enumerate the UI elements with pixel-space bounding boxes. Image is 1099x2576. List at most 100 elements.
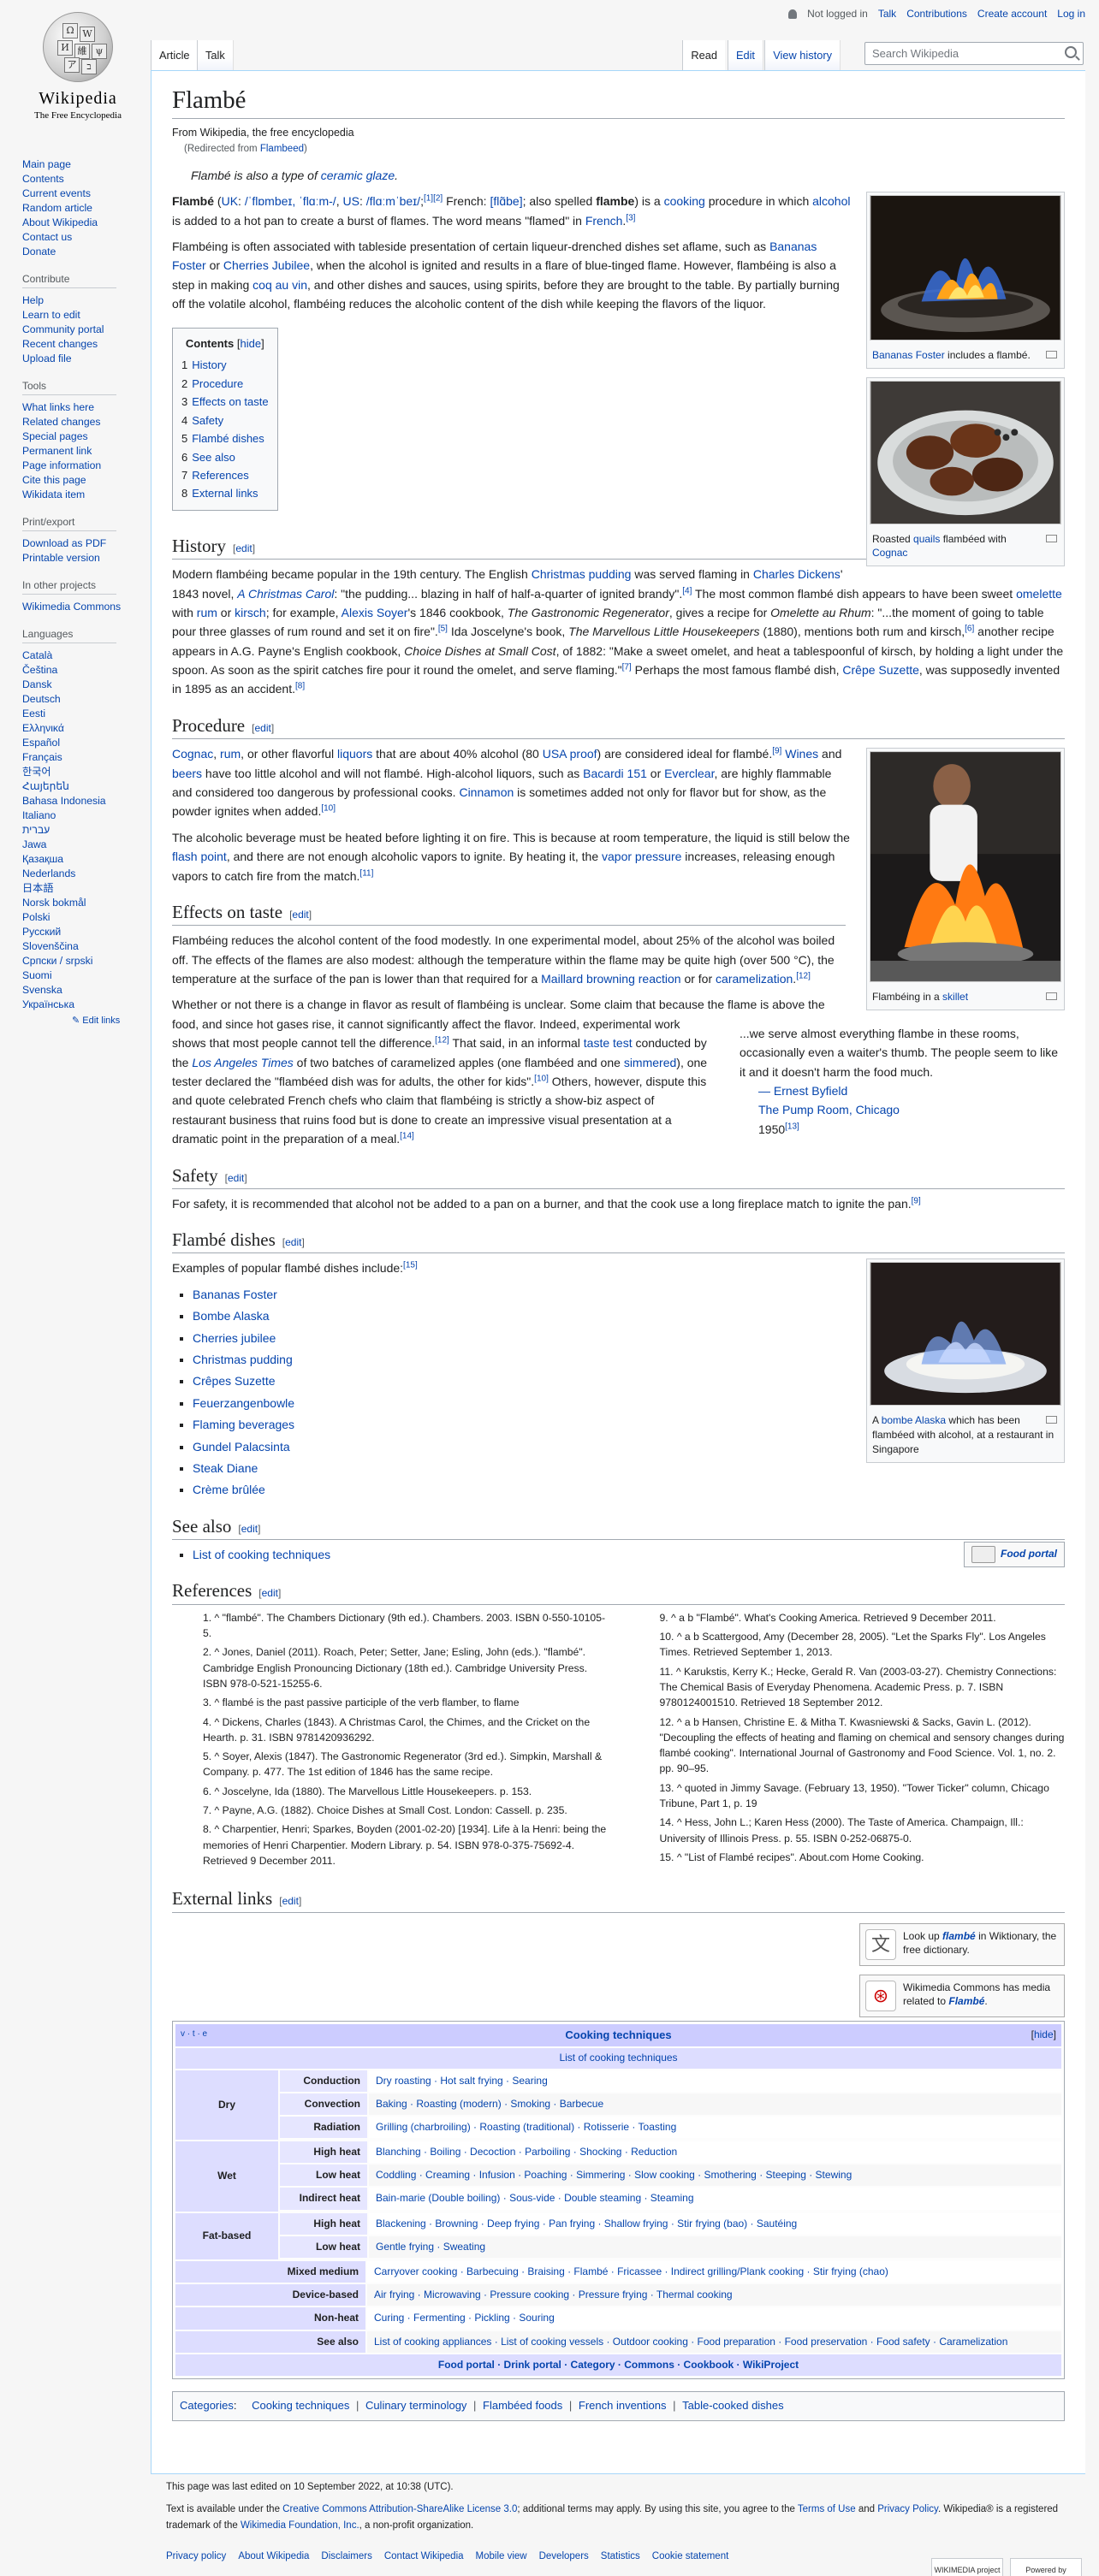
flambeing-skillet-image[interactable] <box>870 751 1061 983</box>
dish-link[interactable]: Cherries jubilee <box>193 1331 276 1345</box>
category-link[interactable]: Cooking techniques <box>252 2399 349 2412</box>
navbox-links[interactable]: Air frying · Microwaving · Pressure cook… <box>367 2284 1061 2307</box>
footer-link[interactable]: Privacy policy <box>166 2549 226 2564</box>
edit-section-references[interactable]: edit <box>262 1587 278 1599</box>
navbox-links[interactable]: Curing · Fermenting · Pickling · Souring <box>367 2307 1061 2330</box>
sidebar-language-link[interactable]: Українська <box>22 998 134 1011</box>
log-in-link[interactable]: Log in <box>1057 8 1085 20</box>
dish-link[interactable]: Crème brûlée <box>193 1483 265 1496</box>
privacy-link[interactable]: Privacy Policy <box>877 2504 938 2514</box>
navbox-footer-links[interactable]: Food portal · Drink portal · Category · … <box>438 2359 799 2371</box>
license-link[interactable]: Creative Commons Attribution-ShareAlike … <box>282 2504 517 2514</box>
edit-section-external-links[interactable]: edit <box>282 1895 299 1907</box>
toc-link[interactable]: Effects on taste <box>192 395 268 408</box>
sidebar-item-download-pdf[interactable]: Download as PDF <box>22 536 134 550</box>
navbox-links[interactable]: Baking · Roasting (modern) · Smoking · B… <box>369 2093 1061 2115</box>
sidebar-item-printable[interactable]: Printable version <box>22 551 134 565</box>
sidebar-language-link[interactable]: Français <box>22 750 134 764</box>
sidebar-item-what-links-here[interactable]: What links here <box>22 400 134 414</box>
toc-link[interactable]: History <box>192 358 226 371</box>
category-link[interactable]: Culinary terminology <box>365 2399 467 2412</box>
sidebar-language-link[interactable]: Қазақша <box>22 852 134 866</box>
enlarge-icon[interactable] <box>1046 992 1057 1000</box>
toc-item[interactable]: 5 Flambé dishes <box>181 429 269 447</box>
toc-item[interactable]: 2 Procedure <box>181 375 269 393</box>
footer-link[interactable]: Contact Wikipedia <box>384 2549 464 2564</box>
toc-item[interactable]: 7 References <box>181 466 269 484</box>
cognac-link[interactable]: Cognac <box>872 547 907 559</box>
quails-link[interactable]: quails <box>913 533 940 545</box>
sidebar-language-link[interactable]: Italiano <box>22 808 134 822</box>
navbox-links[interactable]: Coddling · Creaming · Infusion · Poachin… <box>369 2164 1061 2187</box>
sidebar-language-link[interactable]: Jawa <box>22 838 134 851</box>
sidebar-language-link[interactable]: 한국어 <box>22 765 134 779</box>
sidebar-language-link[interactable]: Deutsch <box>22 692 134 706</box>
dish-link[interactable]: Bananas Foster <box>193 1288 277 1301</box>
edit-section-safety[interactable]: edit <box>228 1172 244 1184</box>
footer-link[interactable]: Disclaimers <box>321 2549 371 2564</box>
sidebar-language-link[interactable]: Ελληνικά <box>22 721 134 735</box>
edit-section-dishes[interactable]: edit <box>285 1236 301 1248</box>
dish-link[interactable]: Christmas pudding <box>193 1353 293 1366</box>
sidebar-item-wikidata[interactable]: Wikidata item <box>22 488 134 501</box>
mediawiki-badge[interactable]: Powered by MediaWiki <box>1010 2558 1082 2576</box>
toc-item[interactable]: 6 See also <box>181 448 269 466</box>
enlarge-icon[interactable] <box>1046 351 1057 358</box>
search-input[interactable]: Search Wikipedia <box>864 42 1084 65</box>
sidebar-language-link[interactable]: Català <box>22 648 134 662</box>
edit-section-history[interactable]: edit <box>235 542 252 554</box>
sidebar-language-link[interactable]: Norsk bokmål <box>22 896 134 909</box>
sidebar-item-main-page[interactable]: Main page <box>22 157 134 171</box>
navbox-links[interactable]: Carryover cooking · Barbecuing · Braisin… <box>367 2261 1061 2283</box>
bombe-alaska-caption-link[interactable]: bombe Alaska <box>882 1414 946 1426</box>
sidebar-item-help[interactable]: Help <box>22 293 134 307</box>
search-icon[interactable] <box>1065 46 1077 58</box>
bananas-foster-caption-link[interactable]: Bananas Foster <box>872 349 945 361</box>
sidebar-item-contact[interactable]: Contact us <box>22 230 134 244</box>
toc-link[interactable]: External links <box>192 487 258 500</box>
dish-link[interactable]: Bombe Alaska <box>193 1309 270 1323</box>
footer-link[interactable]: Mobile view <box>476 2549 527 2564</box>
footer-link[interactable]: Statistics <box>601 2549 640 2564</box>
navbox-links[interactable]: Dry roasting · Hot salt frying · Searing <box>369 2070 1061 2092</box>
footer-link[interactable]: About Wikipedia <box>238 2549 309 2564</box>
bombe-alaska-image[interactable] <box>870 1262 1061 1406</box>
food-portal-link[interactable]: Food portal <box>1001 1546 1057 1562</box>
footer-link[interactable]: Cookie statement <box>652 2549 729 2564</box>
toc-link[interactable]: Procedure <box>192 377 243 390</box>
sidebar-language-link[interactable]: Español <box>22 736 134 749</box>
dish-link[interactable]: Feuerzangenbowle <box>193 1396 294 1410</box>
navbox-vte[interactable]: v · t · e <box>181 2028 207 2041</box>
list-of-cooking-techniques-link[interactable]: List of cooking techniques <box>193 1548 330 1561</box>
sidebar-language-link[interactable]: Nederlands <box>22 867 134 880</box>
toc-item[interactable]: 8 External links <box>181 484 269 502</box>
sidebar-language-link[interactable]: 日本語 <box>22 881 134 895</box>
navbox-links[interactable]: Grilling (charbroiling) · Roasting (trad… <box>369 2116 1061 2139</box>
enlarge-icon[interactable] <box>1046 1416 1057 1424</box>
sidebar-language-link[interactable]: Dansk <box>22 678 134 691</box>
redirect-source-link[interactable]: Flambeed <box>260 144 304 154</box>
sidebar-item-cite[interactable]: Cite this page <box>22 473 134 487</box>
user-talk-link[interactable]: Talk <box>878 8 896 20</box>
dish-link[interactable]: Crêpes Suzette <box>193 1374 276 1388</box>
enlarge-icon[interactable] <box>1046 534 1057 542</box>
foundation-link[interactable]: Wikimedia Foundation, Inc. <box>241 2520 359 2531</box>
sidebar-language-link[interactable]: Čeština <box>22 663 134 677</box>
navbox-subtitle-link[interactable]: List of cooking techniques <box>559 2052 677 2064</box>
toc-item[interactable]: 3 Effects on taste <box>181 393 269 411</box>
sidebar-item-related-changes[interactable]: Related changes <box>22 415 134 429</box>
terms-link[interactable]: Terms of Use <box>798 2504 856 2514</box>
tab-talk[interactable]: Talk <box>197 40 234 71</box>
sidebar-language-link[interactable]: Bahasa Indonesia <box>22 794 134 808</box>
sidebar-item-about[interactable]: About Wikipedia <box>22 216 134 229</box>
sidebar-language-link[interactable]: עברית <box>22 823 134 837</box>
dish-link[interactable]: Steak Diane <box>193 1461 258 1475</box>
sidebar-language-link[interactable]: Српски / srpski <box>22 954 134 968</box>
sidebar-item-page-information[interactable]: Page information <box>22 459 134 472</box>
roasted-quails-image[interactable] <box>870 380 1061 524</box>
wikimedia-badge[interactable]: WIKIMEDIA project <box>931 2558 1003 2576</box>
sidebar-language-link[interactable]: Polski <box>22 910 134 924</box>
edit-section-procedure[interactable]: edit <box>254 722 270 734</box>
toc-link[interactable]: References <box>192 469 248 482</box>
navbox-links[interactable]: Gentle frying · Sweating <box>369 2235 1061 2258</box>
